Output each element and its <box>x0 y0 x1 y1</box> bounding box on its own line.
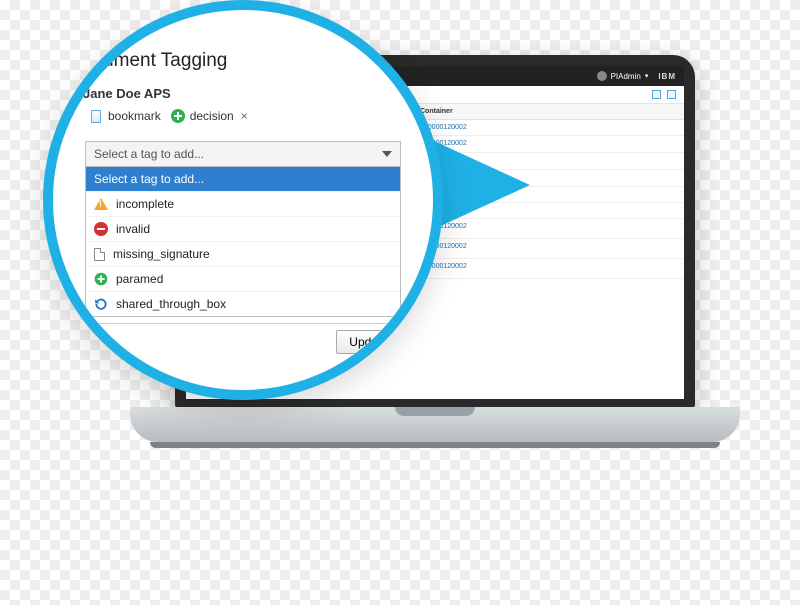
option-label: shared_through_box <box>116 297 226 311</box>
tag-select-combo[interactable]: Select a tag to add... <box>85 141 401 167</box>
tag-option-incomplete[interactable]: incomplete <box>86 191 400 216</box>
chip-label: decision <box>190 109 234 123</box>
tag-option-invalid[interactable]: invalid <box>86 216 400 241</box>
plus-icon <box>171 109 185 123</box>
chip-label: bookmark <box>108 109 161 123</box>
option-label: missing_signature <box>113 247 210 261</box>
grid-view-icon[interactable] <box>667 90 676 99</box>
option-label: incomplete <box>116 197 174 211</box>
bookmark-icon <box>89 109 103 123</box>
tag-option-missing-signature[interactable]: missing_signature <box>86 241 400 266</box>
remove-chip-icon[interactable]: × <box>241 109 248 123</box>
list-view-icon[interactable] <box>652 90 661 99</box>
option-label: paramed <box>116 272 163 286</box>
tag-dropdown: Select a tag to add... incomplete invali… <box>85 167 401 317</box>
no-entry-icon <box>94 222 108 236</box>
magnifier-lens: ocument Tagging Jane Doe APS bookmark de… <box>43 0 443 400</box>
plus-icon <box>95 273 108 286</box>
applied-tags: bookmark decision × <box>83 109 403 123</box>
panel-title: ocument Tagging <box>83 50 403 72</box>
username-label: PIAdmin <box>611 72 641 81</box>
avatar-icon <box>597 71 607 81</box>
laptop-notch <box>395 407 475 416</box>
tag-chip-decision[interactable]: decision × <box>171 109 248 123</box>
cell-container[interactable]: 000000120002 <box>416 259 684 278</box>
user-chip[interactable]: PIAdmin ▾ <box>597 71 649 81</box>
laptop-base <box>130 407 740 442</box>
update-row: Update <box>85 323 401 354</box>
tag-option-shared-through-box[interactable]: shared_through_box <box>86 291 400 316</box>
warning-icon <box>94 198 108 210</box>
dropdown-header: Select a tag to add... <box>86 167 400 191</box>
page-icon <box>94 248 105 261</box>
cell-container[interactable]: 000000120002 <box>416 239 684 258</box>
laptop-foot <box>150 442 720 448</box>
option-label: invalid <box>116 222 150 236</box>
chevron-down-icon: ▾ <box>645 72 649 80</box>
chevron-down-icon <box>382 151 392 157</box>
col-container[interactable]: Container <box>416 104 684 119</box>
brand-label: IBM <box>658 72 676 81</box>
record-subtitle: Jane Doe APS <box>83 86 403 101</box>
combo-placeholder: Select a tag to add... <box>94 147 204 161</box>
undo-icon <box>94 297 108 311</box>
tag-option-paramed[interactable]: paramed <box>86 266 400 291</box>
tag-chip-bookmark[interactable]: bookmark <box>89 109 161 123</box>
